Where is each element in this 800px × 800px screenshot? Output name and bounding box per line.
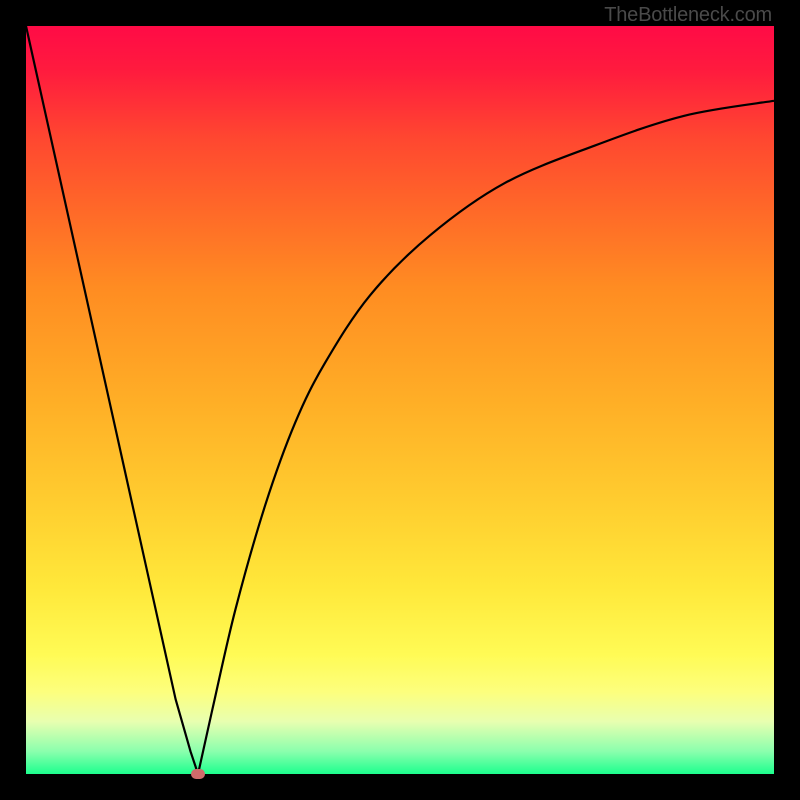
watermark-label: TheBottleneck.com — [604, 4, 772, 27]
optimum-marker — [191, 769, 205, 779]
chart-curve — [26, 26, 774, 774]
bottleneck-curve — [26, 26, 774, 774]
